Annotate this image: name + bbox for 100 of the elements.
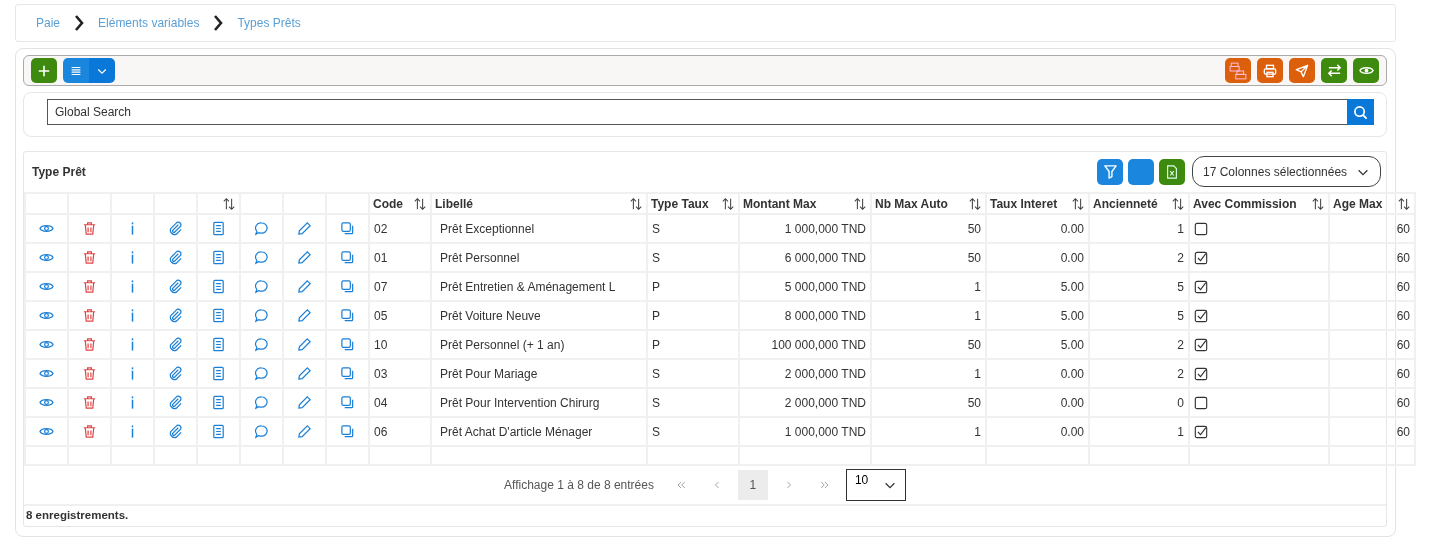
comment-icon[interactable] [254, 424, 269, 440]
comment-icon[interactable] [254, 279, 269, 295]
page-size-dropdown[interactable]: 10 [845, 469, 906, 501]
delete-icon[interactable] [82, 366, 97, 382]
blank-button[interactable] [1128, 158, 1154, 185]
attachment-icon[interactable] [168, 337, 183, 353]
edit-icon[interactable] [297, 308, 312, 324]
columns-dropdown[interactable]: 17 Colonnes sélectionnées [1192, 156, 1381, 187]
delete-icon[interactable] [82, 221, 97, 237]
copy-icon[interactable] [340, 424, 355, 440]
sort-icon[interactable] [853, 196, 867, 211]
column-header: Code [373, 196, 403, 211]
view-button[interactable] [1353, 58, 1379, 83]
checkbox[interactable] [1194, 279, 1208, 294]
edit-icon[interactable] [297, 424, 312, 440]
edit-icon[interactable] [297, 221, 312, 237]
delete-icon[interactable] [82, 279, 97, 295]
swap-button[interactable] [1321, 58, 1347, 83]
table-cell: 02 [374, 221, 388, 236]
filter-button[interactable] [1097, 158, 1123, 185]
attachment-icon[interactable] [168, 279, 183, 295]
add-button[interactable] [31, 58, 57, 83]
document-icon[interactable] [211, 424, 226, 440]
delete-icon[interactable] [82, 424, 97, 440]
checkbox[interactable] [1194, 395, 1208, 410]
comment-icon[interactable] [254, 395, 269, 411]
sort-icon[interactable] [1071, 196, 1085, 211]
table-cell: 5 [1177, 308, 1184, 323]
table-cell-text: Prêt Personnel (+ 1 an) [439, 337, 565, 352]
comment-icon[interactable] [254, 337, 269, 353]
print-multiple-button[interactable] [1225, 58, 1251, 83]
edit-icon[interactable] [297, 250, 312, 266]
sort-icon[interactable] [721, 196, 735, 211]
sort-icon[interactable] [1311, 196, 1325, 211]
checkbox[interactable] [1194, 250, 1208, 265]
attachment-icon[interactable] [168, 250, 183, 266]
attachment-icon[interactable] [168, 221, 183, 237]
table-cell: P [652, 337, 660, 352]
sort-icon[interactable] [968, 196, 982, 211]
sort-icon[interactable] [1171, 196, 1185, 211]
record-count: 8 enregistrements. [25, 508, 130, 523]
search-field[interactable]: Global Search [47, 99, 1347, 125]
page-button[interactable]: 1 [737, 470, 768, 500]
attachment-icon[interactable] [168, 366, 183, 382]
table-cell: 6 000,000 TND [784, 250, 866, 265]
delete-icon[interactable] [82, 308, 97, 324]
document-icon[interactable] [211, 308, 226, 324]
delete-icon[interactable] [82, 395, 97, 411]
attachment-icon[interactable] [168, 308, 183, 324]
edit-icon[interactable] [297, 279, 312, 295]
send-button[interactable] [1289, 58, 1315, 83]
table-cell: 1 [974, 308, 981, 323]
column-header: Ancienneté [1093, 196, 1158, 211]
delete-icon[interactable] [82, 250, 97, 266]
column-header: Avec Commission [1193, 196, 1297, 211]
copy-icon[interactable] [340, 279, 355, 295]
comment-icon[interactable] [254, 250, 269, 266]
copy-icon[interactable] [340, 221, 355, 237]
comment-icon[interactable] [254, 221, 269, 237]
attachment-icon[interactable] [168, 424, 183, 440]
copy-icon[interactable] [340, 308, 355, 324]
comment-icon[interactable] [254, 366, 269, 382]
list-button[interactable] [63, 58, 89, 83]
sort-icon[interactable] [629, 196, 643, 211]
delete-icon[interactable] [82, 337, 97, 353]
copy-icon[interactable] [340, 395, 355, 411]
dropdown-button[interactable] [89, 58, 115, 83]
sort-icon[interactable] [222, 196, 236, 211]
checkbox[interactable] [1194, 424, 1208, 439]
checkbox[interactable] [1194, 337, 1208, 352]
sort-icon[interactable] [1397, 196, 1411, 211]
checkbox[interactable] [1194, 366, 1208, 381]
table-cell: 1 [1177, 424, 1184, 439]
copy-icon[interactable] [340, 250, 355, 266]
table-cell: 1 [974, 366, 981, 381]
print-button[interactable] [1257, 58, 1283, 83]
edit-icon[interactable] [297, 366, 312, 382]
edit-icon[interactable] [297, 337, 312, 353]
table-cell: 1 [974, 424, 981, 439]
excel-button[interactable] [1159, 158, 1185, 185]
document-icon[interactable] [211, 337, 226, 353]
document-icon[interactable] [211, 279, 226, 295]
search-button[interactable] [1347, 99, 1374, 125]
checkbox[interactable] [1194, 221, 1208, 236]
copy-icon[interactable] [340, 366, 355, 382]
table-cell: 1 [1177, 221, 1184, 236]
document-icon[interactable] [211, 221, 226, 237]
edit-icon[interactable] [297, 395, 312, 411]
comment-icon[interactable] [254, 308, 269, 324]
checkbox[interactable] [1194, 308, 1208, 323]
document-icon[interactable] [211, 366, 226, 382]
table-cell-text: Prêt Achat D'article Ménager [439, 424, 593, 439]
document-icon[interactable] [211, 395, 226, 411]
document-icon[interactable] [211, 250, 226, 266]
copy-icon[interactable] [340, 337, 355, 353]
attachment-icon[interactable] [168, 395, 183, 411]
table-cell: 50 [967, 337, 981, 352]
sort-icon[interactable] [413, 196, 427, 211]
table-cell: 0.00 [1060, 395, 1084, 410]
table-cell: P [652, 279, 660, 294]
